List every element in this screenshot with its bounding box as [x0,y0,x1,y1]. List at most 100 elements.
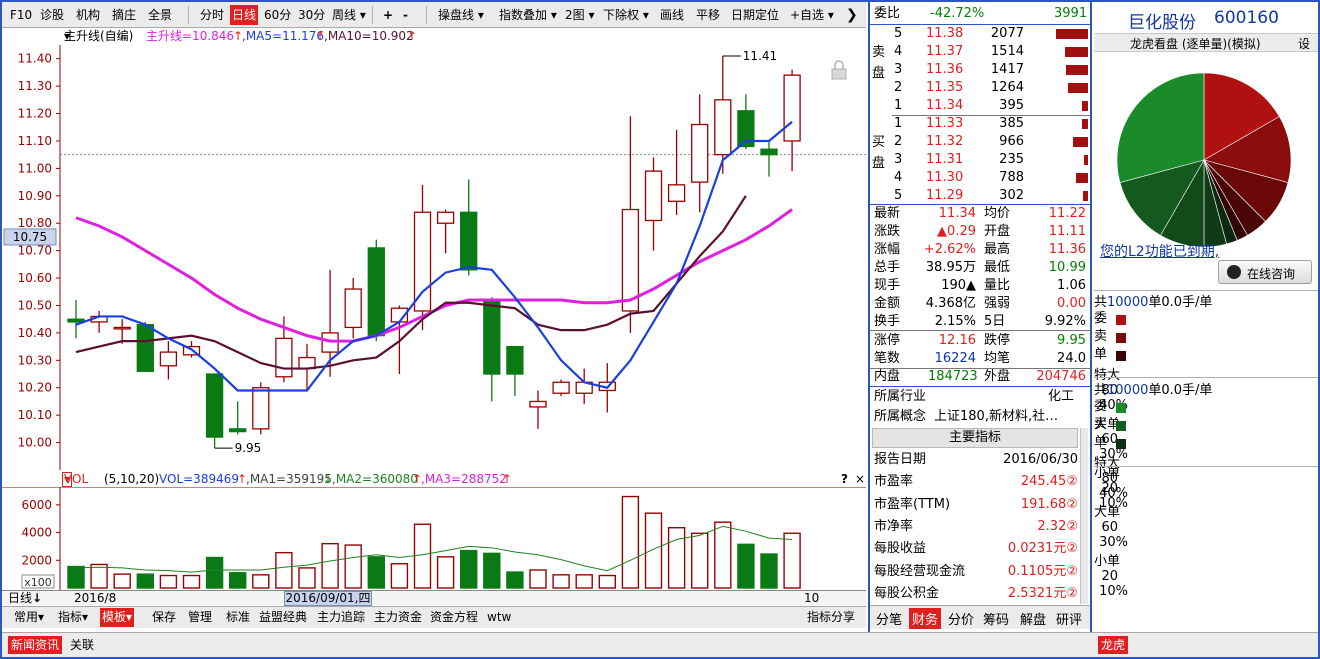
tab-research[interactable]: 研评 [1056,609,1082,628]
tb-ex-rights[interactable]: 下除权 ▾ [603,5,649,25]
volume-indicator-select[interactable]: VOL ▾ [62,472,88,487]
settings-button[interactable]: 设 [1298,35,1310,52]
limit-up-value: 12.16 [938,333,976,348]
concept-label: 所属概念 [874,409,927,424]
tb-draw[interactable]: 画线 [660,5,684,25]
period-label[interactable]: 日线↓ [8,591,42,606]
indicators-scrollbar[interactable] [1080,428,1088,604]
tab-finance[interactable]: 财务 [909,608,942,629]
indicator-select[interactable]: 主升线(自编) ▾ [64,28,133,45]
indicator-label: 市盈率 [874,474,914,490]
quote-tabs: 分笔 财务 分价 筹码 解盘 研评 [870,605,1090,629]
ask-level: 4 [894,44,903,59]
sell-order-block: 共10000单0.0手/单 委卖单 特大 80 40% 大单 60 30% 小单 20 10% [1094,291,1318,511]
price-tick-label: 10.80 [18,216,52,230]
tb-watchlist[interactable]: +自选 ▾ [790,5,834,25]
double-arrow-right-icon[interactable]: ❯ [846,5,858,25]
close-icon[interactable]: × [855,471,865,487]
tab-ticks[interactable]: 分笔 [876,609,902,628]
news-tab[interactable]: 新闻资讯 [8,636,63,654]
ask-price: 11.35 [926,80,964,95]
tb-index-overlay[interactable]: 指数叠加 ▾ [499,5,557,25]
tab-analysis[interactable]: 解盘 [1020,609,1046,628]
bid-volume: 385 [999,116,1024,131]
volume-chart[interactable]: 2000 4000 6000 x100 [2,487,866,590]
low-price-label: 9.95 [235,441,262,455]
bid-price: 11.33 [926,116,964,131]
bb-main-track[interactable]: 主力追踪 [317,608,365,627]
tb-two-charts[interactable]: 2图 ▾ [565,5,594,25]
ask-price: 11.36 [926,62,964,77]
order-side-label: 委买单 [1094,399,1108,450]
sell-side-label: 卖盘 [872,45,886,81]
tb-date-locate[interactable]: 日期定位 [731,5,779,25]
stat-label: 金额 [874,296,901,311]
volume-tick-label: 2000 [21,553,52,567]
tab-chips[interactable]: 筹码 [983,609,1009,628]
tb-pan[interactable]: 平移 [696,5,720,25]
price-tick-label: 10.10 [18,408,52,422]
price-tick-label: 10.30 [18,353,52,367]
zoom-in-button[interactable]: + [383,5,393,25]
candle [552,379,570,396]
stat-value: 1.06 [1057,278,1086,293]
weibi-diff: 3991 [1054,6,1088,21]
bb-save[interactable]: 保存 [152,608,176,627]
stat-value: +2.62% [923,242,976,257]
tb-intraday[interactable]: 分时 [200,5,224,25]
tb-zhaizhuang[interactable]: 摘庄 [112,5,136,25]
volume-bar [275,551,293,589]
bb-yimeng[interactable]: 益盟经典 [259,608,307,627]
tb-f10[interactable]: F10 [10,5,32,25]
price-tick-label: 10.00 [18,436,52,450]
tb-panorama[interactable]: 全景 [148,5,172,25]
longhu-tab[interactable]: 龙虎 [1098,636,1129,654]
bb-main-fund[interactable]: 主力资金 [374,608,422,627]
tb-daily[interactable]: 日线 [230,5,259,25]
tab-price-dist[interactable]: 分价 [948,609,974,628]
bb-indicator[interactable]: 指标▾ [58,608,88,627]
ask-level: 1 [894,98,903,113]
online-consult-button[interactable]: 在线咨询 [1218,260,1312,284]
tb-caopanxian[interactable]: 操盘线 ▾ [438,5,484,25]
lock-icon[interactable] [831,60,847,80]
order-size-swatch [1116,315,1126,325]
stat-label: 最高 [984,242,1011,257]
ask-price: 11.38 [926,26,964,41]
bid-depth-bar [1083,191,1088,201]
candle [460,179,478,276]
candle [344,278,362,339]
candlestick-chart[interactable]: 10.00 10.10 10.20 10.30 10.40 10.50 10.60 10.70… [2,45,866,470]
related-tab[interactable]: 关联 [70,636,94,654]
indicator-value: 0.1105元② [1007,563,1078,579]
date-start: 2016/8 [74,591,117,605]
bid-depth-bar [1084,155,1088,165]
volume-bar [760,553,778,589]
tb-weekly[interactable]: 周线 ▾ [332,5,366,25]
bb-manage[interactable]: 管理 [188,608,212,627]
date-bar: 日线↓ 2016/8 2016/09/01,四 10 [2,590,866,606]
indicator-label: 报告日期 [874,452,927,467]
zoom-out-button[interactable]: - [403,5,408,25]
bb-template[interactable]: 模板▾ [100,608,135,627]
help-icon[interactable]: ? [841,471,848,487]
bb-share[interactable]: 指标分享 [807,608,855,627]
volume-bar [228,572,247,589]
bb-wtw[interactable]: wtw [487,608,511,627]
concept-value[interactable]: 上证180,新材料,社… [934,408,1058,426]
panel-subtitle: 龙虎看盘 (逐单量)(模拟) [1130,37,1261,51]
header-suffix: 单0.0手/单 [1148,295,1213,310]
tb-60min[interactable]: 60分 [264,5,291,25]
l2-expired-link[interactable]: 您的L2功能已到期, [1100,241,1219,261]
tb-30min[interactable]: 30分 [298,5,325,25]
bb-fund-eq[interactable]: 资金方程 [430,608,478,627]
volume-bar [621,495,640,589]
bb-common[interactable]: 常用▾ [14,608,44,627]
price-tick-label: 10.50 [18,298,52,312]
bid-volume: 966 [999,134,1024,149]
candle [760,140,778,177]
tb-institution[interactable]: 机构 [76,5,100,25]
indicator-value: 245.45② [1020,474,1078,490]
bb-standard[interactable]: 标准 [226,608,250,627]
tb-diagnose[interactable]: 诊股 [40,5,64,25]
